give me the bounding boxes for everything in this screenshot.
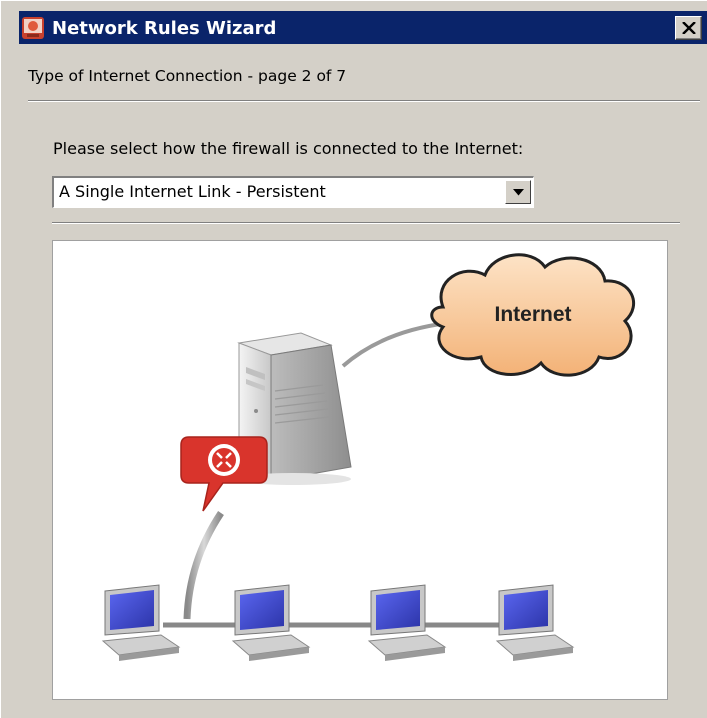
close-icon (682, 22, 696, 34)
chevron-down-icon (513, 189, 524, 196)
internet-cable (341, 321, 449, 368)
cloud-label: Internet (494, 303, 571, 326)
network-diagram: Internet (52, 240, 668, 700)
close-button[interactable] (675, 16, 702, 40)
title-bar[interactable]: Network Rules Wizard (19, 11, 707, 44)
lan-uplink-cable (183, 511, 224, 620)
client-computer-icon (495, 584, 575, 661)
wizard-app-icon (22, 17, 44, 39)
connection-type-value: A Single Internet Link - Persistent (59, 182, 326, 201)
window-title: Network Rules Wizard (52, 18, 277, 39)
connection-type-select[interactable]: A Single Internet Link - Persistent (52, 176, 534, 208)
heading-divider (28, 100, 700, 102)
page-heading: Type of Internet Connection - page 2 of … (28, 67, 347, 85)
router-icon (180, 436, 268, 512)
select-divider (52, 222, 680, 224)
wizard-window: Network Rules Wizard Type of Internet Co… (0, 0, 707, 718)
dropdown-button[interactable] (505, 180, 531, 204)
connection-prompt: Please select how the firewall is connec… (53, 139, 524, 158)
